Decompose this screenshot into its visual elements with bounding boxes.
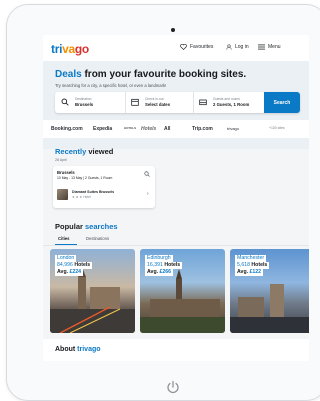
partner-logos: Booking.com Expedia HOTELS Hotels All Tr… [43, 120, 309, 138]
app-screen: trivago Favourites Log in Menu Deals fro… [43, 35, 309, 361]
search-button[interactable]: Search [264, 92, 300, 113]
login-label: Log in [235, 44, 249, 50]
destination-avg-price: Avg. £266 [145, 269, 174, 276]
camera-dot [171, 28, 175, 32]
partner-hotels: Hotels [141, 126, 157, 132]
dates-value: Select dates [145, 102, 171, 107]
tab-cities[interactable]: Cities [58, 236, 69, 241]
destination-name: Edinburgh [145, 255, 173, 262]
tabs-divider [43, 245, 309, 246]
hotel-thumbnail [57, 189, 68, 200]
dates-label: Check in-out [145, 97, 164, 101]
partner-expedia: Expedia [93, 126, 113, 132]
hamburger-icon [258, 44, 265, 50]
destination-avg-price: Avg. £224 [55, 269, 84, 276]
chevron-right-icon[interactable]: › [147, 191, 149, 197]
recent-city: Brussels [57, 170, 75, 175]
about-title: About trivago [55, 346, 101, 353]
hero-subtitle: Try searching for a city, a specific hot… [55, 83, 167, 88]
login-link[interactable]: Log in [226, 44, 249, 50]
recently-viewed-date: 28 April [55, 158, 67, 162]
popular-searches-title: Popular searches [55, 222, 118, 231]
destination-name: Manchester [235, 255, 267, 262]
recent-hotel-stars: ★ ★ ★ Hotel [72, 195, 91, 199]
dates-field[interactable]: Check in-out Select dates [125, 92, 194, 113]
destination-card-edinburgh[interactable]: Edinburgh 16,391 Hotels Avg. £266 [140, 249, 225, 333]
search-icon[interactable] [144, 171, 150, 177]
destination-field[interactable]: Destination Brussels [55, 92, 126, 113]
recent-hotel-name: Diamant Suites Brussels [72, 190, 115, 194]
destination-hotel-count: 16,391 Hotels [145, 262, 183, 269]
trivago-logo[interactable]: trivago [51, 42, 89, 56]
guests-value: 2 Guests, 1 Room [213, 102, 250, 107]
partner-trivago: trivago [227, 126, 240, 131]
calendar-icon [131, 98, 139, 106]
menu-button[interactable]: Menu [258, 44, 281, 50]
heart-icon [180, 44, 187, 50]
recent-details: 10 May - 13 May | 2 Guests, 1 Room [57, 176, 113, 180]
power-icon[interactable] [165, 379, 181, 395]
partner-all: All [164, 126, 171, 132]
recent-search-card[interactable]: Brussels 10 May - 13 May | 2 Guests, 1 R… [53, 166, 155, 208]
favourites-link[interactable]: Favourites [180, 44, 213, 50]
partner-more: +100 sites [269, 126, 285, 130]
favourites-label: Favourites [190, 44, 214, 50]
user-icon [226, 44, 232, 50]
destination-card-london[interactable]: London 84,996 Hotels Avg. £224 [50, 249, 135, 333]
guests-label: Guests and rooms [213, 97, 240, 101]
search-bar: Destination Brussels Check in-out Select… [55, 92, 300, 113]
partner-hotels-com: HOTELS [124, 126, 137, 130]
top-nav: trivago Favourites Log in Menu [43, 35, 309, 62]
partner-booking: Booking.com [51, 126, 83, 132]
destination-hotel-count: 84,996 Hotels [55, 262, 93, 269]
guests-field[interactable]: Guests and rooms 2 Guests, 1 Room [193, 92, 264, 113]
bed-icon [199, 99, 207, 106]
destination-name: London [55, 255, 77, 262]
recently-viewed-title: Recently viewed [55, 147, 114, 156]
destination-avg-price: Avg. £122 [235, 269, 264, 276]
destination-label: Destination [75, 97, 92, 101]
menu-label: Menu [268, 44, 281, 50]
search-icon [61, 98, 69, 106]
tab-destinations[interactable]: Destinations [86, 236, 109, 241]
about-section: About trivago [43, 339, 309, 361]
hero-title: Deals from your favourite booking sites. [55, 69, 247, 80]
destination-value: Brussels [75, 102, 94, 107]
partner-trip: Trip.com [192, 126, 213, 132]
destination-hotel-count: 5,618 Hotels [235, 262, 270, 269]
destination-card-manchester[interactable]: Manchester 5,618 Hotels Avg. £122 [230, 249, 309, 333]
